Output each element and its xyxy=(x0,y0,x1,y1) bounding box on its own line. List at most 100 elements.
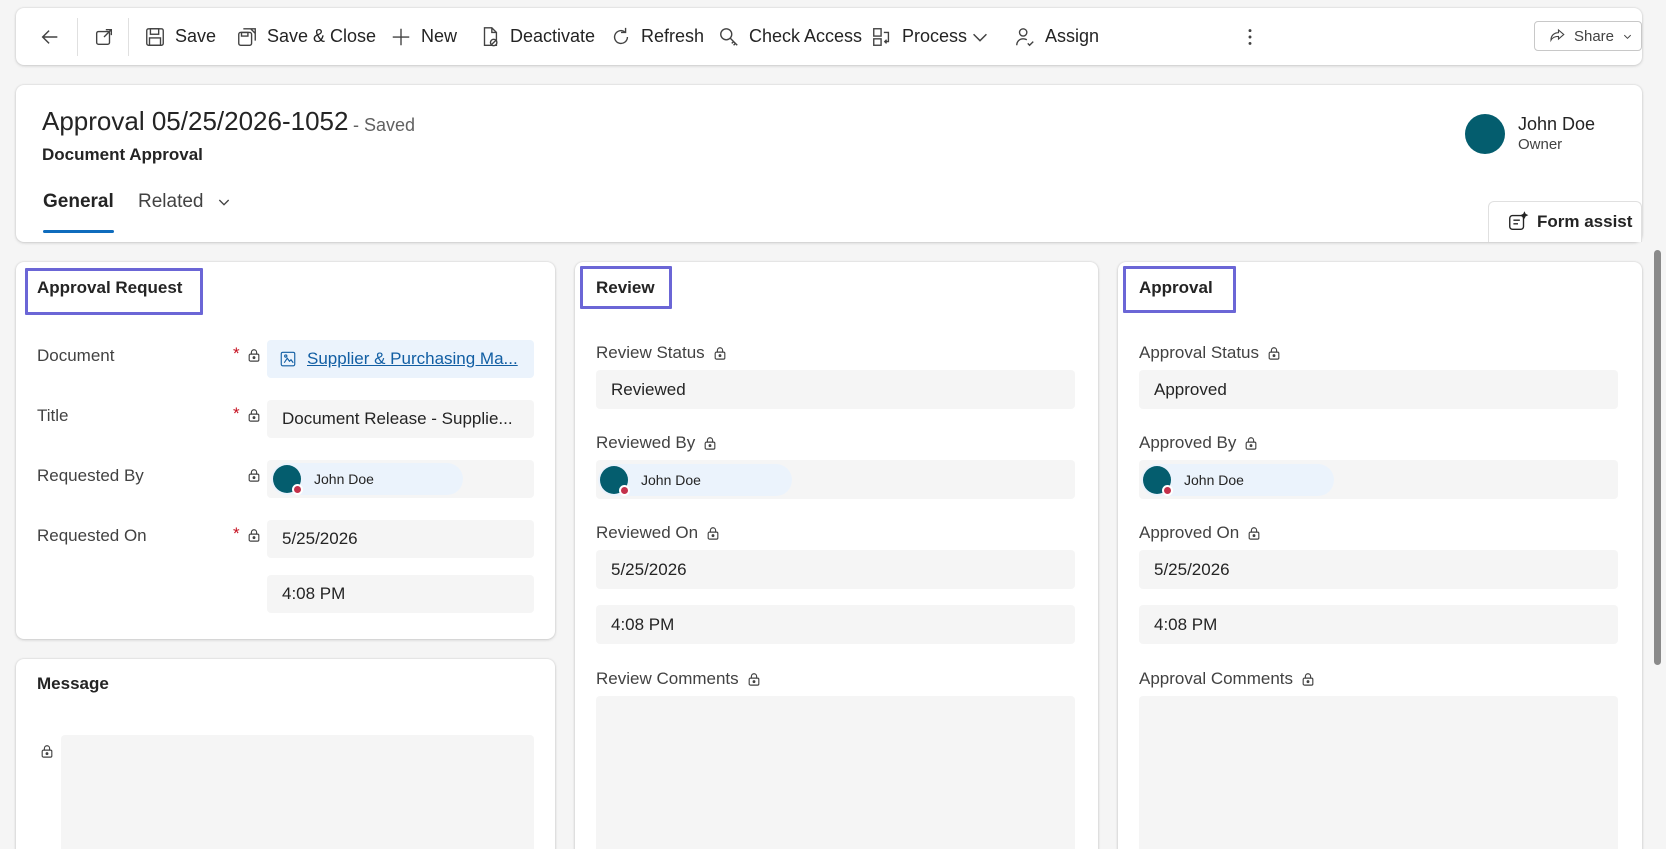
reviewed-by-value: John Doe xyxy=(641,472,701,488)
approved-on-time-field[interactable]: 4:08 PM xyxy=(1139,605,1618,644)
tab-related[interactable]: Related xyxy=(138,191,232,213)
approval-comments-label-text: Approval Comments xyxy=(1139,669,1294,688)
chevron-down-icon xyxy=(1623,34,1632,39)
document-entity-icon xyxy=(280,351,296,367)
approved-on-label-text: Approved On xyxy=(1139,523,1240,542)
approval-status-field[interactable]: Approved xyxy=(1139,370,1618,409)
new-button[interactable]: New xyxy=(389,8,457,65)
requested-by-label: Requested By xyxy=(37,466,144,485)
title-label: Title xyxy=(37,406,69,425)
owner-avatar[interactable] xyxy=(1465,114,1505,154)
lock-icon xyxy=(1302,673,1314,686)
section-title: Approval Request xyxy=(37,278,183,297)
share-button[interactable]: Share xyxy=(1534,21,1642,51)
form-assist-label: Form assist xyxy=(1537,212,1633,231)
required-indicator: * xyxy=(233,344,240,363)
approval-comments-field[interactable] xyxy=(1139,696,1618,849)
lock-icon xyxy=(1268,347,1280,360)
requested-on-label: Requested On xyxy=(37,526,147,545)
share-label: Share xyxy=(1573,27,1615,45)
approval-comments-label: Approval Comments xyxy=(1139,669,1315,689)
owner-name[interactable]: John Doe xyxy=(1518,114,1595,135)
process-dropdown[interactable] xyxy=(968,8,1000,65)
deactivate-button[interactable]: Deactivate xyxy=(478,8,595,65)
lock-icon xyxy=(1248,527,1260,540)
save-and-close-label: Save & Close xyxy=(267,26,377,46)
document-lookup[interactable]: Supplier & Purchasing Ma... xyxy=(267,340,534,378)
review-status-label-text: Review Status xyxy=(596,343,705,362)
check-access-button[interactable]: Check Access xyxy=(717,8,862,65)
review-comments-field[interactable] xyxy=(596,696,1075,849)
document-label: Document xyxy=(37,346,115,365)
form-assist-icon xyxy=(1509,211,1529,231)
chevron-down-icon xyxy=(968,25,992,49)
approval-status-value: Approved xyxy=(1154,379,1227,399)
requested-on-date-field[interactable]: 5/25/2026 xyxy=(267,520,534,558)
requested-by-persona[interactable]: John Doe xyxy=(271,463,463,495)
approval-status-label: Approval Status xyxy=(1139,343,1281,363)
command-bar: Save Save & Close New Deactivate Refresh… xyxy=(16,8,1642,65)
review-status-label: Review Status xyxy=(596,343,727,363)
save-and-close-button[interactable]: Save & Close xyxy=(235,8,376,65)
lock-icon xyxy=(707,527,719,540)
message-field[interactable] xyxy=(61,735,534,849)
approval-request-section: Approval Request Document * Supplier & P… xyxy=(16,262,555,639)
process-button[interactable]: Process xyxy=(870,8,967,65)
presence-busy-icon xyxy=(1162,485,1173,496)
approved-on-time: 4:08 PM xyxy=(1154,614,1218,634)
reviewed-on-time: 4:08 PM xyxy=(611,614,675,634)
reviewed-on-label: Reviewed On xyxy=(596,523,720,543)
requested-on-time-field[interactable]: 4:08 PM xyxy=(267,575,534,613)
review-status-value: Reviewed xyxy=(611,379,686,399)
message-section: Message xyxy=(16,659,555,849)
reviewed-on-time-field[interactable]: 4:08 PM xyxy=(596,605,1075,644)
form-assist-button[interactable]: Form assist xyxy=(1488,201,1642,242)
reviewed-on-date: 5/25/2026 xyxy=(611,559,687,579)
save-label: Save xyxy=(175,26,217,46)
reviewed-on-date-field[interactable]: 5/25/2026 xyxy=(596,550,1075,589)
section-title: Review xyxy=(596,278,655,297)
record-title: Approval 05/25/2026-1052 xyxy=(42,106,349,136)
lock-icon xyxy=(248,529,260,542)
refresh-button[interactable]: Refresh xyxy=(609,8,704,65)
lock-icon xyxy=(248,469,260,482)
avatar xyxy=(1143,466,1173,496)
avatar xyxy=(273,465,303,495)
reviewed-by-persona[interactable]: John Doe xyxy=(598,464,792,496)
tab-general[interactable]: General xyxy=(43,191,114,213)
review-section: Review Review Status Reviewed Reviewed B… xyxy=(575,262,1098,849)
title-field[interactable]: Document Release - Supplie... xyxy=(267,400,534,438)
more-commands-button[interactable] xyxy=(1238,8,1270,65)
process-label: Process xyxy=(902,26,968,46)
requested-on-date: 5/25/2026 xyxy=(282,529,358,548)
more-vertical-icon xyxy=(1238,25,1262,49)
vertical-scrollbar[interactable] xyxy=(1654,250,1661,665)
deactivate-document-icon xyxy=(478,25,502,49)
process-flow-icon xyxy=(870,25,894,49)
open-in-new-window-button[interactable] xyxy=(92,8,124,65)
open-in-new-window-icon xyxy=(92,25,116,49)
required-indicator: * xyxy=(233,524,240,543)
back-arrow-icon xyxy=(38,25,62,49)
lock-icon xyxy=(748,673,760,686)
back-button[interactable] xyxy=(38,8,70,65)
assign-button[interactable]: Assign xyxy=(1013,8,1099,65)
lock-icon xyxy=(248,409,260,422)
entity-name: Document Approval xyxy=(42,145,203,164)
presence-busy-icon xyxy=(292,484,303,495)
lock-icon xyxy=(704,437,716,450)
review-status-field[interactable]: Reviewed xyxy=(596,370,1075,409)
approved-by-persona[interactable]: John Doe xyxy=(1141,464,1334,496)
owner-role: Owner xyxy=(1518,136,1563,153)
section-title: Approval xyxy=(1139,278,1213,297)
divider xyxy=(77,18,78,56)
requested-on-time: 4:08 PM xyxy=(282,584,346,603)
approved-on-date-field[interactable]: 5/25/2026 xyxy=(1139,550,1618,589)
document-value[interactable]: Supplier & Purchasing Ma... xyxy=(307,349,518,369)
reviewed-by-label-text: Reviewed By xyxy=(596,433,696,452)
assign-label: Assign xyxy=(1045,26,1100,46)
record-header: Approval 05/25/2026-1052 - Saved Documen… xyxy=(16,85,1642,242)
approval-status-label-text: Approval Status xyxy=(1139,343,1260,362)
active-tab-indicator xyxy=(43,230,114,233)
save-button[interactable]: Save xyxy=(143,8,216,65)
